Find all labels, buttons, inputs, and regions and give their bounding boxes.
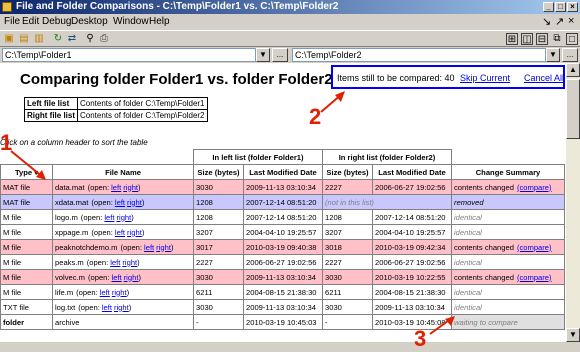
annotation-overlay: [10, 91, 455, 335]
annotation-label-3: 3: [414, 326, 427, 351]
annotation-label-1: 1: [0, 130, 13, 155]
annotation-label-2: 2: [309, 104, 322, 129]
annotation-arrowhead-2: [335, 91, 345, 102]
